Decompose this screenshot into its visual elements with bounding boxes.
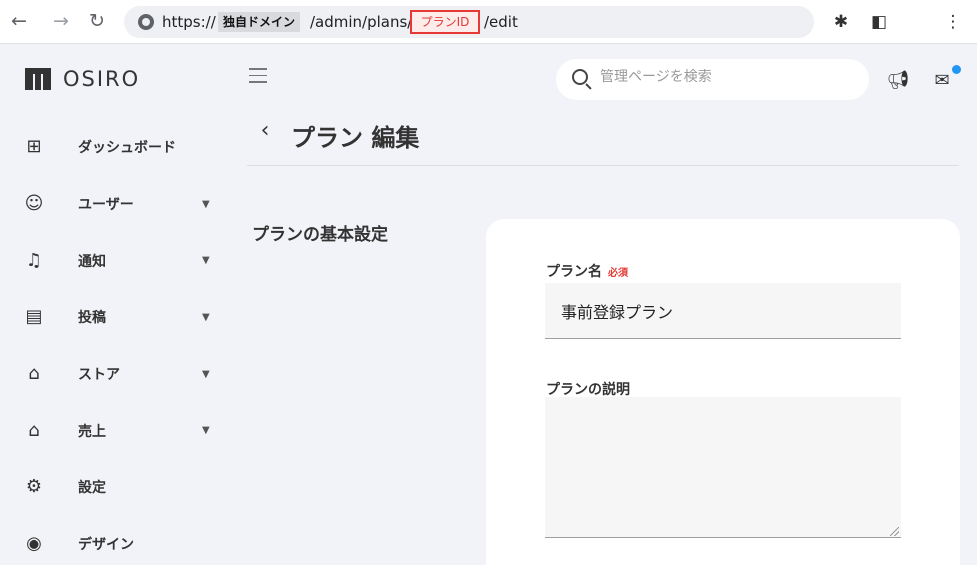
gear-icon: ⚙	[25, 476, 43, 498]
browser-toolbar: ← → ↻ https:// 独自ドメイン /admin/plans/ プランI…	[0, 0, 977, 44]
plan-name-label: プラン名 必須	[546, 261, 628, 281]
sidebar-item-users[interactable]: ☺ ユーザー ▼	[0, 176, 236, 233]
plan-name-input[interactable]	[545, 283, 901, 339]
sidebar-item-dashboard[interactable]: ⊞ ダッシュボード	[0, 119, 236, 176]
section-title: プランの基本設定	[252, 225, 388, 245]
required-badge: 必須	[608, 268, 628, 279]
sidebar-item-label: ダッシュボード	[78, 140, 176, 157]
url-plan-id-highlight: プランID	[410, 10, 480, 34]
osiro-logo-icon	[25, 68, 51, 90]
notification-dot	[952, 65, 961, 74]
sidebar: OSIRO ⊞ ダッシュボード ☺ ユーザー ▼ ♫ 通知 ▼ ▤ 投稿 ▼ ⌂…	[0, 45, 236, 565]
sidebar-item-settings[interactable]: ⚙ 設定	[0, 459, 236, 516]
url-scheme: https://	[162, 13, 216, 31]
site-info-icon[interactable]	[138, 14, 154, 30]
search-icon	[572, 69, 588, 85]
user-face-icon: ☺	[24, 193, 44, 215]
logo-text: OSIRO	[63, 67, 141, 91]
sidebar-item-label: 投稿	[78, 310, 106, 327]
document-icon: ▤	[25, 306, 43, 328]
palette-icon: ◉	[26, 533, 42, 555]
mail-icon[interactable]: ✉	[930, 70, 954, 92]
caret-down-icon[interactable]: ▼	[202, 312, 210, 323]
caret-down-icon[interactable]: ▼	[202, 369, 210, 380]
reload-icon[interactable]: ↻	[86, 10, 108, 32]
forward-arrow-icon[interactable]: →	[50, 10, 72, 32]
sidebar-item-sales[interactable]: ⌂ 売上 ▼	[0, 402, 236, 459]
sidebar-item-label: 設定	[78, 480, 106, 497]
back-chevron-icon[interactable]: ‹	[255, 118, 275, 143]
sidebar-item-label: 通知	[78, 253, 106, 270]
sidebar-item-label: 売上	[78, 423, 106, 440]
osiro-logo[interactable]: OSIRO	[25, 67, 140, 91]
back-arrow-icon[interactable]: ←	[8, 10, 30, 32]
url-domain-placeholder: 独自ドメイン	[218, 12, 301, 32]
store-icon: ⌂	[28, 363, 40, 385]
title-divider	[247, 165, 959, 166]
sidebar-menu: ⊞ ダッシュボード ☺ ユーザー ▼ ♫ 通知 ▼ ▤ 投稿 ▼ ⌂ ストア ▼…	[0, 119, 236, 565]
hamburger-menu-icon[interactable]	[249, 68, 267, 84]
bell-plus-icon: ♫	[25, 249, 43, 271]
url-path-suffix: /edit	[484, 13, 518, 31]
sidebar-item-label: デザイン	[78, 537, 134, 554]
bank-icon: ⌂	[28, 419, 40, 441]
plan-description-label: プランの説明	[546, 382, 630, 398]
search-box[interactable]	[556, 59, 869, 100]
side-panel-icon[interactable]: ◧	[868, 11, 890, 33]
plan-settings-card: プラン名必須 プランの説明	[486, 219, 960, 565]
resize-handle-icon[interactable]	[890, 527, 899, 536]
sidebar-item-store[interactable]: ⌂ ストア ▼	[0, 346, 236, 403]
megaphone-icon[interactable]: 📢︎	[886, 70, 910, 92]
url-path: /admin/plans/	[310, 13, 413, 31]
sidebar-item-design[interactable]: ◉ デザイン	[0, 516, 236, 565]
sidebar-item-posts[interactable]: ▤ 投稿 ▼	[0, 289, 236, 346]
extensions-puzzle-icon[interactable]: ✱	[830, 11, 852, 33]
address-bar[interactable]: https:// 独自ドメイン /admin/plans/ プランID /edi…	[124, 6, 814, 38]
sidebar-item-label: ストア	[78, 367, 120, 384]
search-input[interactable]	[600, 69, 850, 85]
caret-down-icon[interactable]: ▼	[202, 255, 210, 266]
page-title: プラン 編集	[291, 124, 420, 152]
sidebar-item-label: ユーザー	[78, 197, 134, 214]
plan-description-textarea[interactable]	[545, 397, 901, 538]
browser-menu-icon[interactable]: ⋮	[942, 11, 964, 33]
caret-down-icon[interactable]: ▼	[202, 425, 210, 436]
caret-down-icon[interactable]: ▼	[202, 199, 210, 210]
sidebar-item-notifications[interactable]: ♫ 通知 ▼	[0, 232, 236, 289]
plan-name-label-text: プラン名	[546, 264, 602, 280]
dashboard-icon: ⊞	[26, 136, 42, 158]
